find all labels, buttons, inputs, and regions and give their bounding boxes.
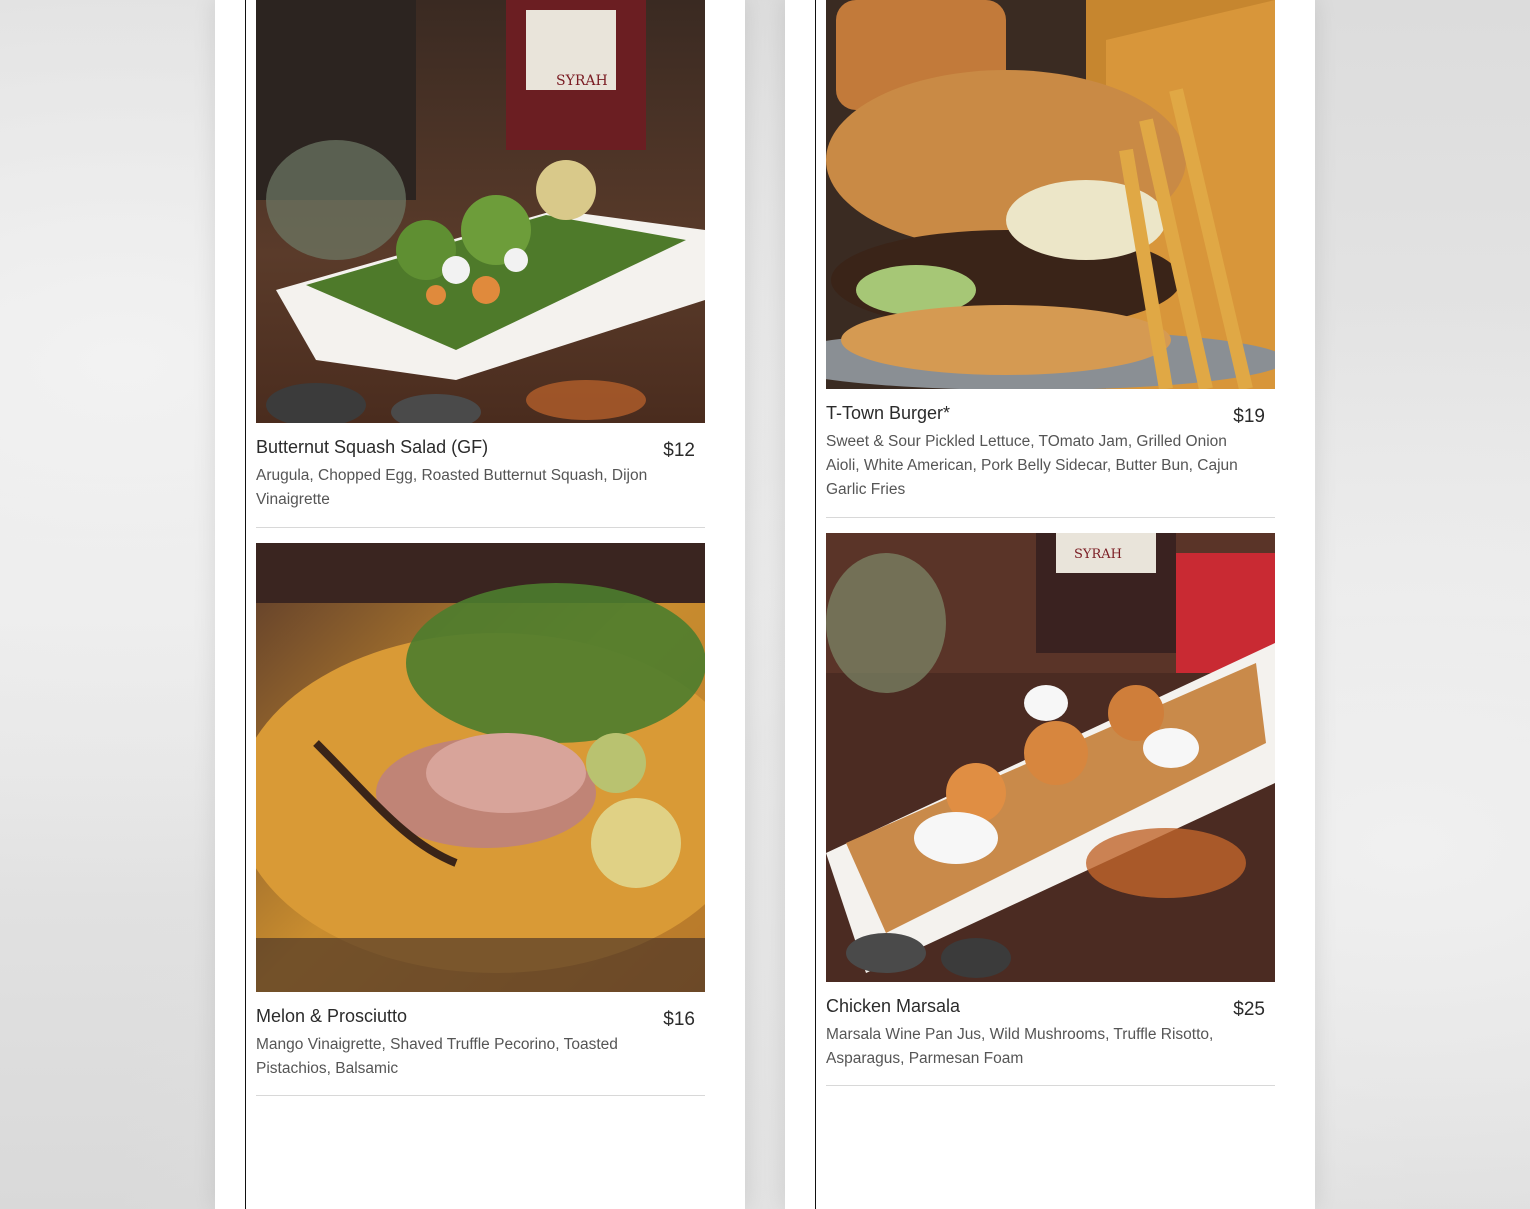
svg-text:SYRAH: SYRAH	[1074, 547, 1122, 562]
item-separator	[826, 517, 1275, 518]
menu-item: SYRAH Butternut Squash Salad (GF) $12 Ar…	[256, 0, 705, 530]
dish-name: Melon & Prosciutto	[256, 1006, 408, 1026]
item-separator	[826, 1085, 1275, 1086]
dish-photo-chicken[interactable]: SYRAH	[826, 533, 1275, 982]
dish-price: $12	[663, 440, 695, 461]
menu-item: T-Town Burger* $19 Sweet & Sour Pickled …	[826, 0, 1275, 520]
menu-column-left: SYRAH Butternut Squash Salad (GF) $12 Ar…	[215, 0, 745, 1209]
dish-photo-salad[interactable]: SYRAH	[256, 0, 705, 423]
dish-description: Sweet & Sour Pickled Lettuce, TOmato Jam…	[826, 433, 1238, 498]
dish-price: $19	[1233, 406, 1265, 427]
menu-item: SYRAH Chicken Marsala $25 Marsala Wine P…	[826, 533, 1275, 1093]
dish-name: T-Town Burger*	[826, 403, 951, 423]
menu-item: Melon & Prosciutto $16 Mango Vinaigrette…	[256, 543, 705, 1103]
item-separator	[256, 527, 705, 528]
item-separator	[256, 1095, 705, 1096]
dish-price: $16	[663, 1009, 695, 1030]
dish-description: Marsala Wine Pan Jus, Wild Mushrooms, Tr…	[826, 1026, 1214, 1067]
dish-price: $25	[1233, 999, 1265, 1020]
column-divider-line	[815, 0, 816, 1209]
column-divider-line	[245, 0, 246, 1209]
dish-name: Butternut Squash Salad (GF)	[256, 437, 489, 457]
dish-description: Arugula, Chopped Egg, Roasted Butternut …	[256, 467, 648, 508]
svg-text:SYRAH: SYRAH	[556, 73, 608, 89]
dish-name: Chicken Marsala	[826, 996, 961, 1016]
dish-photo-burger[interactable]	[826, 0, 1275, 389]
menu-column-right: T-Town Burger* $19 Sweet & Sour Pickled …	[785, 0, 1315, 1209]
prosciutto-image	[256, 543, 705, 992]
dish-photo-prosciutto[interactable]	[256, 543, 705, 992]
salad-image: SYRAH	[256, 0, 705, 423]
chicken-image: SYRAH	[826, 533, 1275, 982]
dish-description: Mango Vinaigrette, Shaved Truffle Pecori…	[256, 1036, 618, 1077]
burger-image	[826, 0, 1275, 389]
